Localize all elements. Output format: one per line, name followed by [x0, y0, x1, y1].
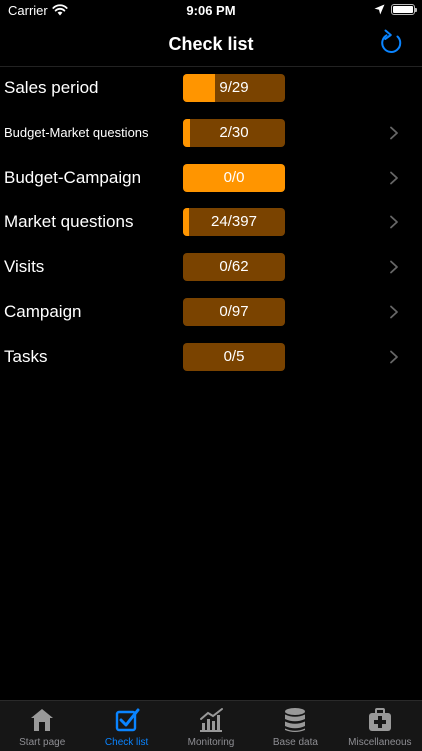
- progress-text: 0/5: [223, 347, 245, 365]
- progress-text: 0/97: [219, 302, 249, 320]
- progress-text: 9/29: [219, 79, 249, 96]
- checklist: Sales period 9/29 Budget-Market questions 2…: [0, 66, 422, 380]
- progress-bar: 0/0: [183, 163, 285, 192]
- database-icon: [285, 708, 306, 732]
- chevron-right-icon: [390, 215, 398, 229]
- list-item-label: Market questions: [4, 212, 134, 232]
- list-item[interactable]: Budget-Market questions 2/30: [0, 111, 422, 156]
- chevron-right-icon: [390, 305, 398, 319]
- checkbox-icon: [115, 708, 140, 732]
- tab-start-page[interactable]: Start page: [0, 701, 84, 751]
- navigation-bar: Check list: [0, 22, 422, 67]
- location-arrow-icon: [374, 4, 385, 15]
- list-item-label: Tasks: [4, 346, 48, 366]
- tab-miscellaneous[interactable]: Miscellaneous: [338, 701, 422, 751]
- chevron-right-icon: [390, 171, 398, 184]
- refresh-icon[interactable]: [377, 29, 405, 57]
- progress-bar: 9/29: [183, 74, 285, 102]
- house-icon: [31, 709, 54, 731]
- list-item-label: Budget-Market questions: [4, 124, 149, 140]
- tab-label: Miscellaneous: [348, 737, 412, 748]
- tab-base-data[interactable]: Base data: [253, 701, 337, 751]
- tab-label: Base data: [272, 737, 318, 748]
- tab-label: Check list: [104, 737, 149, 748]
- tab-label: Start page: [19, 737, 66, 748]
- wifi-icon: [52, 4, 68, 16]
- battery-icon: [391, 4, 417, 15]
- chevron-right-icon: [390, 350, 398, 364]
- progress-bar: 24/397: [183, 208, 285, 237]
- progress-text: 2/30: [219, 123, 249, 141]
- chart-icon: [200, 708, 224, 732]
- chevron-right-icon: [390, 126, 398, 140]
- list-item-label: Visits: [4, 257, 45, 277]
- list-item[interactable]: Tasks 0/5: [0, 335, 422, 380]
- list-item[interactable]: Market questions 24/397: [0, 200, 422, 245]
- medical-kit-icon: [368, 708, 391, 731]
- progress-bar: 2/30: [183, 118, 285, 147]
- status-bar: Carrier 9:06 PM: [0, 0, 422, 22]
- tab-monitoring[interactable]: Monitoring: [169, 701, 253, 751]
- list-item-label: Budget-Campaign: [4, 167, 142, 187]
- progress-bar: 0/5: [183, 342, 285, 371]
- tab-bar: Start page Check list Monitoring Base data M…: [0, 700, 422, 751]
- list-item[interactable]: Campaign 0/97: [0, 290, 422, 335]
- list-item-label: Sales period: [4, 78, 99, 97]
- progress-text: 0/0: [223, 168, 245, 186]
- progress-bar: 0/97: [183, 297, 285, 326]
- list-item[interactable]: Sales period 9/29: [0, 66, 422, 111]
- list-item[interactable]: Visits 0/62: [0, 245, 422, 290]
- progress-text: 24/397: [211, 213, 257, 231]
- page-title: Check list: [168, 34, 254, 54]
- progress-text: 0/62: [219, 258, 249, 276]
- carrier-label: Carrier: [8, 3, 48, 18]
- chevron-right-icon: [390, 260, 398, 274]
- list-item-label: Campaign: [4, 301, 82, 321]
- list-item[interactable]: Budget-Campaign 0/0: [0, 156, 422, 201]
- tab-label: Monitoring: [187, 737, 235, 748]
- progress-bar: 0/62: [183, 253, 285, 282]
- tab-check-list[interactable]: Check list: [84, 701, 168, 751]
